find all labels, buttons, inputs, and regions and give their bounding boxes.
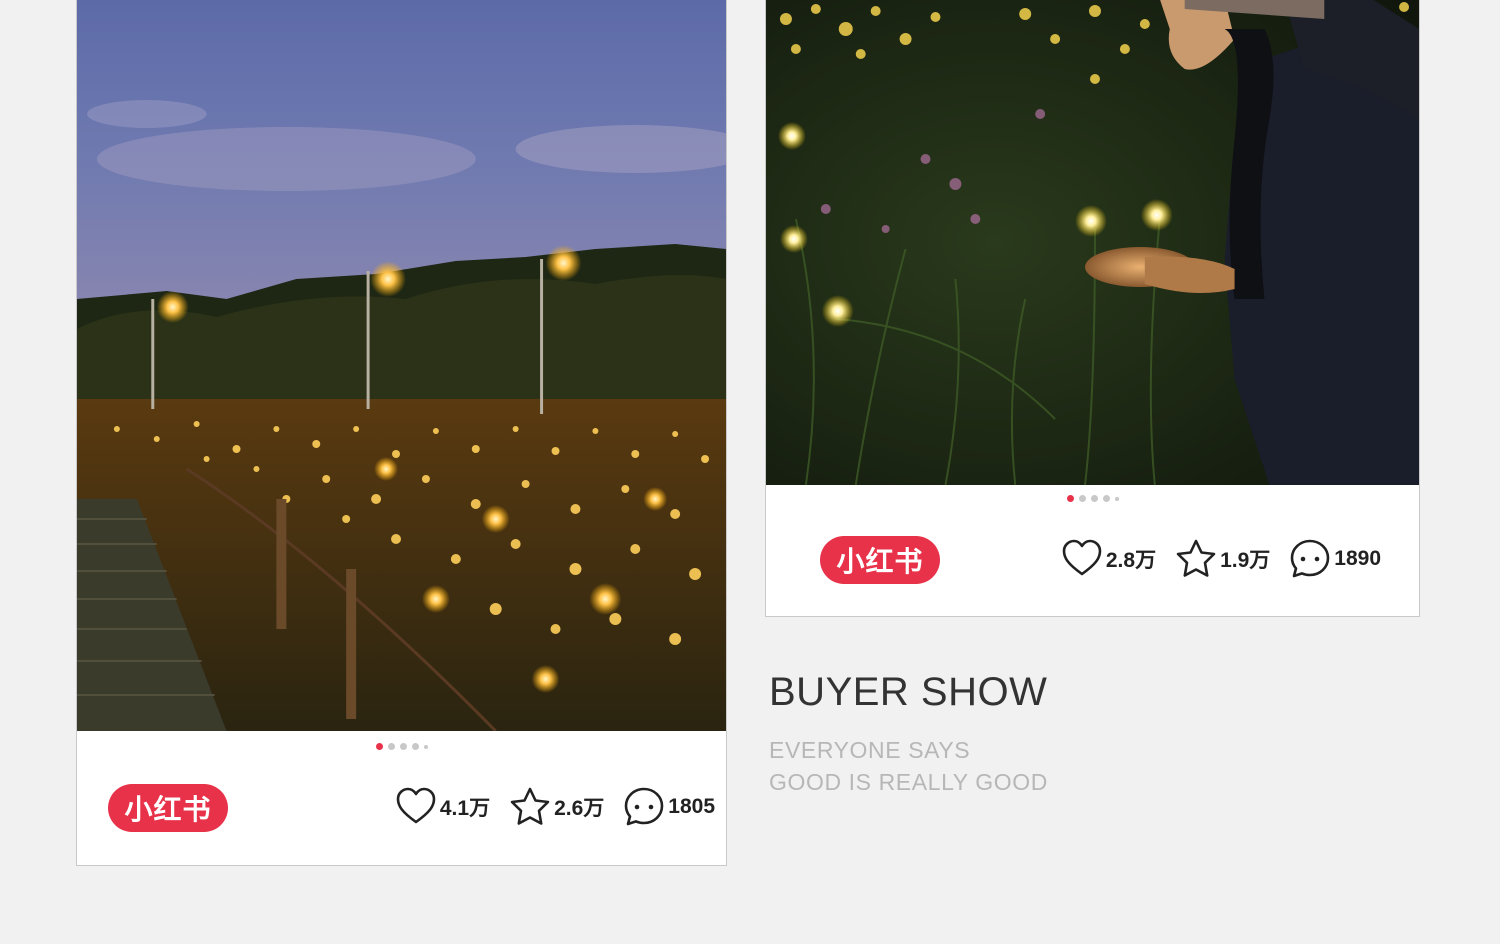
caption-line-1: EVERYONE SAYS	[769, 737, 971, 763]
comment-stat[interactable]: 1805	[622, 785, 715, 829]
carousel-dot-active[interactable]	[1066, 495, 1074, 502]
star-icon	[510, 787, 550, 825]
heart-icon	[1062, 539, 1102, 576]
caption-line-2: GOOD IS REALLY GOOD	[769, 769, 1048, 795]
carousel-dots	[766, 495, 1419, 502]
post-card-2[interactable]: 小红书 2.8万 1.9万 1890	[765, 0, 1420, 617]
comment-count: 1805	[668, 795, 715, 818]
like-stat[interactable]: 4.1万	[394, 785, 490, 829]
carousel-dot[interactable]	[1114, 496, 1119, 501]
like-stat[interactable]: 2.8万	[1060, 537, 1156, 581]
like-count: 2.8万	[1105, 549, 1157, 572]
carousel-dot[interactable]	[387, 743, 395, 750]
carousel-dot[interactable]	[1090, 495, 1098, 502]
post-footer: 小红书 4.1万 2.6万 1805	[77, 779, 726, 839]
post-stats: 4.1万 2.6万 1805	[394, 785, 715, 829]
caption-title: BUYER SHOW	[769, 670, 1048, 714]
buyer-show-caption: BUYER SHOW EVERYONE SAYS GOOD IS REALLY …	[769, 668, 1048, 798]
comment-stat[interactable]: 1890	[1288, 537, 1381, 581]
speech-bubble-icon	[624, 787, 664, 826]
star-icon	[1176, 539, 1216, 577]
carousel-dot[interactable]	[411, 743, 419, 750]
carousel-dots	[77, 743, 726, 750]
favorite-count: 1.9万	[1220, 549, 1271, 572]
page: 小红书 4.1万 2.6万 1805 小红书 2.8万 1.9万 1890 BU…	[0, 0, 1500, 944]
favorite-count: 2.6万	[554, 797, 605, 820]
heart-icon	[396, 787, 436, 824]
carousel-dot-active[interactable]	[375, 743, 383, 750]
post-card-1[interactable]: 小红书 4.1万 2.6万 1805	[76, 0, 727, 866]
carousel-dot[interactable]	[423, 744, 428, 749]
like-count: 4.1万	[439, 797, 491, 820]
carousel-dot[interactable]	[399, 743, 407, 750]
carousel-dot[interactable]	[1102, 495, 1110, 502]
post-stats: 2.8万 1.9万 1890	[1060, 537, 1381, 581]
post-photo-woman-with-lights[interactable]	[766, 0, 1419, 485]
speech-bubble-icon	[1290, 539, 1330, 578]
post-photo-night-field[interactable]	[77, 0, 726, 731]
photo-art	[77, 0, 726, 731]
brand-badge: 小红书	[820, 536, 940, 584]
photo-art	[766, 0, 1419, 485]
carousel-dot[interactable]	[1078, 495, 1086, 502]
favorite-stat[interactable]: 1.9万	[1174, 537, 1270, 581]
post-footer: 小红书 2.8万 1.9万 1890	[766, 531, 1419, 591]
caption-subtitle: EVERYONE SAYS GOOD IS REALLY GOOD	[769, 734, 1048, 798]
favorite-stat[interactable]: 2.6万	[508, 785, 604, 829]
comment-count: 1890	[1334, 547, 1381, 570]
brand-badge: 小红书	[108, 784, 228, 832]
